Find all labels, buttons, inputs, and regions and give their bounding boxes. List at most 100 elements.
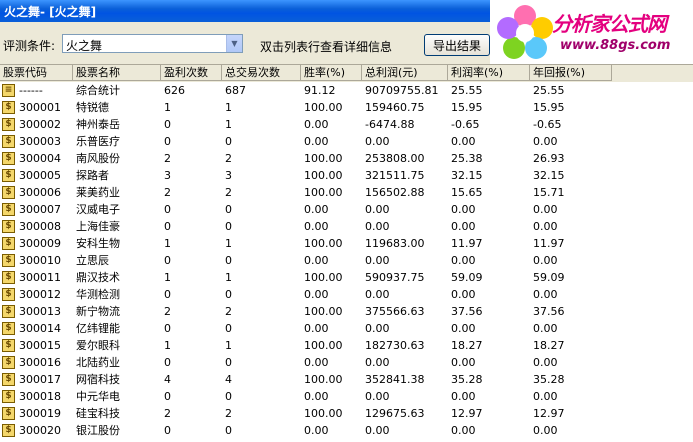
table-row[interactable]: $300006 莱美药业 2 2 100.00 156502.88 15.65 15.71 — [0, 184, 693, 201]
header-col-profit-rate[interactable]: 利润率(%) — [448, 65, 530, 81]
total-profit-cell: 0.00 — [365, 390, 390, 403]
table-row[interactable]: $300019 硅宝科技 2 2 100.00 129675.63 12.97 12.97 — [0, 405, 693, 422]
table-row[interactable]: $300020 银江股份 0 0 0.00 0.00 0.00 0.00 — [0, 422, 693, 439]
header-col-total-profit[interactable]: 总利润(元) — [362, 65, 448, 81]
stock-icon: $ — [2, 322, 15, 335]
total-profit-cell: 0.00 — [365, 356, 390, 369]
annual-return-cell: 12.97 — [533, 407, 565, 420]
stock-icon: $ — [2, 305, 15, 318]
annual-return-cell: 15.71 — [533, 186, 565, 199]
trade-count-cell: 2 — [225, 407, 232, 420]
condition-select[interactable]: 火之舞 ▼ — [62, 34, 243, 53]
chevron-down-icon[interactable]: ▼ — [226, 35, 242, 52]
stock-icon: $ — [2, 356, 15, 369]
trade-count-cell: 2 — [225, 152, 232, 165]
table-row[interactable]: $300017 网宿科技 4 4 100.00 352841.38 35.28 35.28 — [0, 371, 693, 388]
stock-icon: $ — [2, 390, 15, 403]
stock-code-cell: 300003 — [19, 135, 61, 148]
win-rate-cell: 100.00 — [304, 407, 343, 420]
win-count-cell: 0 — [164, 203, 171, 216]
stock-name-cell: 硅宝科技 — [76, 407, 120, 420]
trade-count-cell: 1 — [225, 237, 232, 250]
table-row[interactable]: $300012 华测检测 0 0 0.00 0.00 0.00 0.00 — [0, 286, 693, 303]
header-col-win-count[interactable]: 盈利次数 — [161, 65, 222, 81]
win-rate-cell: 100.00 — [304, 339, 343, 352]
table-row[interactable]: $300016 北陆药业 0 0 0.00 0.00 0.00 0.00 — [0, 354, 693, 371]
stock-icon: $ — [2, 220, 15, 233]
stock-code-cell: 300011 — [19, 271, 61, 284]
profit-rate-cell: 0.00 — [451, 203, 476, 216]
profit-rate-cell: 11.97 — [451, 237, 483, 250]
win-rate-cell: 0.00 — [304, 288, 329, 301]
stock-code-cell: 300005 — [19, 169, 61, 182]
win-count-cell: 1 — [164, 101, 171, 114]
stock-icon: $ — [2, 407, 15, 420]
table-row[interactable]: $300018 中元华电 0 0 0.00 0.00 0.00 0.00 — [0, 388, 693, 405]
win-count-cell: 0 — [164, 135, 171, 148]
total-profit-cell: 253808.00 — [365, 152, 425, 165]
logo-brand-text: 分析家公式网 — [552, 12, 667, 36]
table-row[interactable]: ≡ ------ 综合统计 626 687 91.12 90709755.81 25.55 25… — [0, 82, 693, 99]
win-rate-cell: 0.00 — [304, 390, 329, 403]
total-profit-cell: 0.00 — [365, 322, 390, 335]
win-rate-cell: 100.00 — [304, 373, 343, 386]
table-row[interactable]: $300007 汉威电子 0 0 0.00 0.00 0.00 0.00 — [0, 201, 693, 218]
stock-name-cell: 网宿科技 — [76, 373, 120, 386]
header-col-win-rate[interactable]: 胜率(%) — [301, 65, 362, 81]
stock-name-cell: 莱美药业 — [76, 186, 120, 199]
annual-return-cell: 0.00 — [533, 220, 558, 233]
win-rate-cell: 100.00 — [304, 305, 343, 318]
annual-return-cell: 18.27 — [533, 339, 565, 352]
header-col-annual-return[interactable]: 年回报(%) — [530, 65, 612, 81]
stock-code-cell: 300001 — [19, 101, 61, 114]
export-button[interactable]: 导出结果 — [424, 34, 490, 56]
logo-url-text: www.88gs.com — [560, 38, 671, 53]
win-count-cell: 0 — [164, 288, 171, 301]
profit-rate-cell: 35.28 — [451, 373, 483, 386]
trade-count-cell: 0 — [225, 424, 232, 437]
stock-icon: $ — [2, 203, 15, 216]
stock-name-cell: 上海佳豪 — [76, 220, 120, 233]
table-row[interactable]: $300008 上海佳豪 0 0 0.00 0.00 0.00 0.00 — [0, 218, 693, 235]
table-row[interactable]: $300009 安科生物 1 1 100.00 119683.00 11.97 11.97 — [0, 235, 693, 252]
stock-icon: $ — [2, 186, 15, 199]
trade-count-cell: 4 — [225, 373, 232, 386]
annual-return-cell: 0.00 — [533, 424, 558, 437]
table-row[interactable]: $300002 神州泰岳 0 1 0.00 -6474.88 -0.65 -0.65 — [0, 116, 693, 133]
annual-return-cell: 0.00 — [533, 254, 558, 267]
table-row[interactable]: $300005 探路者 3 3 100.00 321511.75 32.15 32.15 — [0, 167, 693, 184]
stock-code-cell: ------ — [19, 84, 43, 97]
table-row[interactable]: $300015 爱尔眼科 1 1 100.00 182730.63 18.27 18.27 — [0, 337, 693, 354]
stock-name-cell: 特锐德 — [76, 101, 109, 114]
total-profit-cell: 0.00 — [365, 135, 390, 148]
table-row[interactable]: $300004 南风股份 2 2 100.00 253808.00 25.38 26.93 — [0, 150, 693, 167]
win-count-cell: 1 — [164, 339, 171, 352]
table-row[interactable]: $300013 新宁物流 2 2 100.00 375566.63 37.56 37.56 — [0, 303, 693, 320]
win-rate-cell: 0.00 — [304, 322, 329, 335]
table-row[interactable]: $300011 鼎汉技术 1 1 100.00 590937.75 59.09 59.09 — [0, 269, 693, 286]
total-profit-cell: 0.00 — [365, 424, 390, 437]
header-col-stock-name[interactable]: 股票名称 — [73, 65, 161, 81]
trade-count-cell: 0 — [225, 254, 232, 267]
header-col-stock-code[interactable]: 股票代码 — [0, 65, 73, 81]
table-row[interactable]: $300003 乐普医疗 0 0 0.00 0.00 0.00 0.00 — [0, 133, 693, 150]
results-table[interactable]: 股票代码 股票名称 盈利次数 总交易次数 胜率(%) 总利润(元) 利润率(%) 年回报(%)… — [0, 64, 693, 442]
stock-name-cell: 鼎汉技术 — [76, 271, 120, 284]
stock-icon: $ — [2, 373, 15, 386]
total-profit-cell: 590937.75 — [365, 271, 425, 284]
annual-return-cell: 0.00 — [533, 203, 558, 216]
table-row[interactable]: $300014 亿纬锂能 0 0 0.00 0.00 0.00 0.00 — [0, 320, 693, 337]
trade-count-cell: 1 — [225, 339, 232, 352]
total-profit-cell: 119683.00 — [365, 237, 425, 250]
profit-rate-cell: 59.09 — [451, 271, 483, 284]
stock-code-cell: 300009 — [19, 237, 61, 250]
table-row[interactable]: $300001 特锐德 1 1 100.00 159460.75 15.95 15.95 — [0, 99, 693, 116]
table-row[interactable]: $300010 立思辰 0 0 0.00 0.00 0.00 0.00 — [0, 252, 693, 269]
stock-name-cell: 安科生物 — [76, 237, 120, 250]
stock-icon: $ — [2, 424, 15, 437]
trade-count-cell: 0 — [225, 135, 232, 148]
header-col-trade-count[interactable]: 总交易次数 — [222, 65, 301, 81]
stock-icon: $ — [2, 152, 15, 165]
win-rate-cell: 100.00 — [304, 186, 343, 199]
annual-return-cell: 0.00 — [533, 356, 558, 369]
